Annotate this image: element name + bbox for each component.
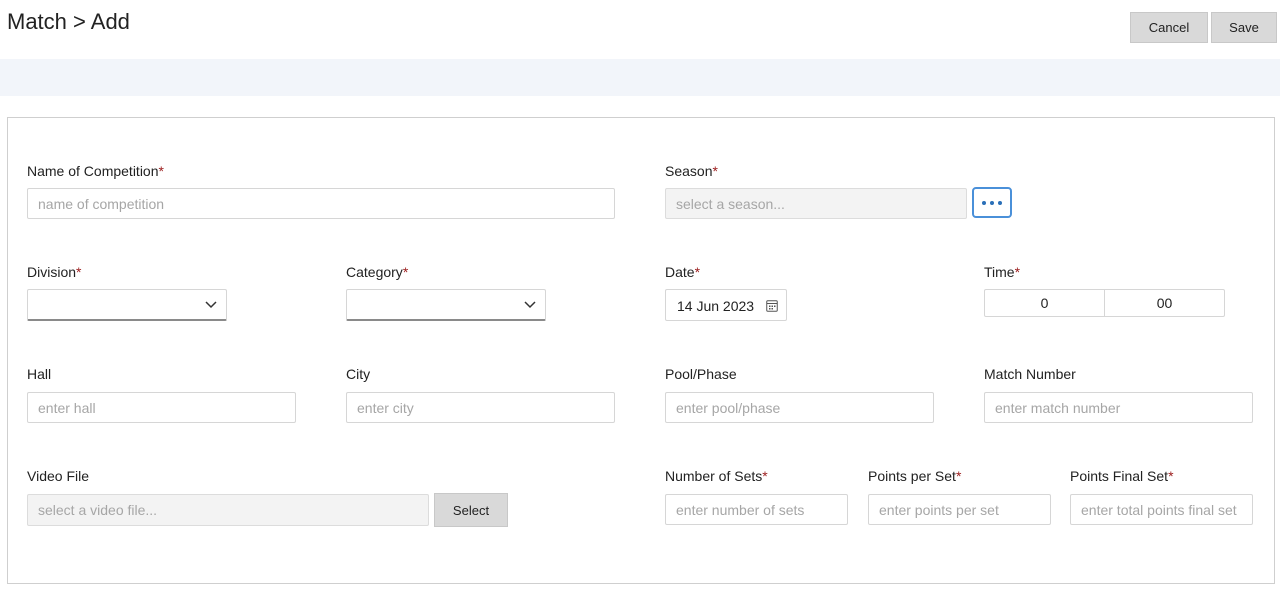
save-button[interactable]: Save (1211, 12, 1277, 43)
chevron-down-icon (524, 301, 536, 309)
date-picker[interactable]: 14 Jun 2023 (665, 289, 787, 321)
hall-input[interactable] (27, 392, 296, 423)
time-picker: 0 00 (984, 289, 1225, 317)
calendar-icon[interactable] (766, 299, 778, 312)
pool-phase-label: Pool/Phase (665, 366, 737, 382)
match-number-label: Match Number (984, 366, 1076, 382)
date-label: Date* (665, 264, 701, 280)
season-input[interactable] (665, 188, 967, 219)
category-label: Category* (346, 264, 409, 280)
ellipsis-icon (980, 200, 1004, 205)
video-file-label: Video File (27, 468, 90, 484)
chevron-down-icon (205, 301, 217, 309)
points-per-set-label: Points per Set* (868, 468, 962, 484)
select-video-button[interactable]: Select (434, 493, 508, 527)
season-picker-button[interactable] (972, 187, 1012, 218)
division-label: Division* (27, 264, 82, 280)
toolbar-band (0, 59, 1280, 96)
hall-label: Hall (27, 366, 52, 382)
page-title: Match > Add (7, 9, 130, 34)
points-final-set-input[interactable] (1070, 494, 1253, 525)
points-per-set-input[interactable] (868, 494, 1051, 525)
date-value: 14 Jun 2023 (677, 298, 755, 314)
division-select[interactable] (27, 289, 227, 321)
city-label: City (346, 366, 371, 382)
time-minutes[interactable]: 00 (1104, 290, 1224, 316)
cancel-button[interactable]: Cancel (1130, 12, 1208, 43)
time-hours[interactable]: 0 (985, 290, 1104, 316)
season-label: Season* (665, 163, 718, 179)
competition-label: Name of Competition* (27, 163, 164, 179)
number-of-sets-input[interactable] (665, 494, 848, 525)
time-label: Time* (984, 264, 1021, 280)
pool-phase-input[interactable] (665, 392, 934, 423)
competition-input[interactable] (27, 188, 615, 219)
match-number-input[interactable] (984, 392, 1253, 423)
video-file-input[interactable] (27, 494, 429, 526)
points-final-set-label: Points Final Set* (1070, 468, 1174, 484)
category-select[interactable] (346, 289, 546, 321)
city-input[interactable] (346, 392, 615, 423)
number-of-sets-label: Number of Sets* (665, 468, 768, 484)
